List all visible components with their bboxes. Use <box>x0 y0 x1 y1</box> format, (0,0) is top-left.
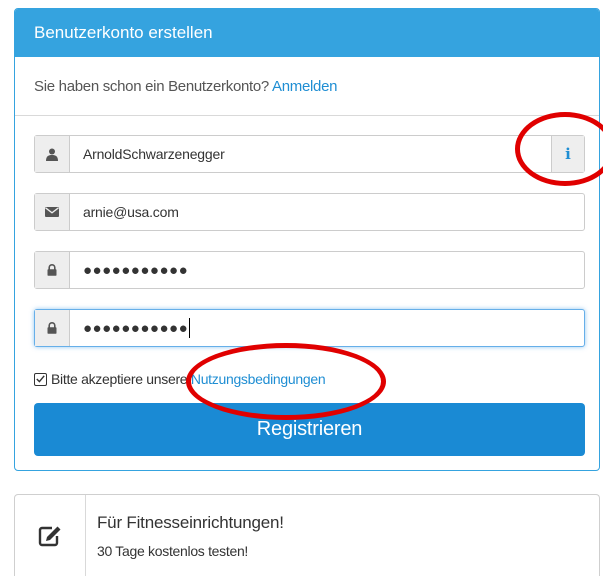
checkmark-icon <box>36 375 45 383</box>
password-confirm-value: ●●●●●●●●●●● <box>83 319 189 337</box>
username-input[interactable] <box>70 136 551 172</box>
fitness-promo[interactable]: Für Fitnesseinrichtungen! 30 Tage kosten… <box>14 494 600 576</box>
info-icon[interactable]: i <box>551 136 584 172</box>
terms-row: Bitte akzeptiere unsere Nutzungsbedingun… <box>34 369 326 389</box>
email-input[interactable] <box>70 194 584 230</box>
login-link[interactable]: Anmelden <box>272 78 337 95</box>
password-input[interactable]: ●●●●●●●●●●● <box>70 252 584 288</box>
promo-subtitle: 30 Tage kostenlos testen! <box>97 543 249 559</box>
login-prompt: Sie haben schon ein Benutzerkonto? Anmel… <box>15 57 599 116</box>
terms-link[interactable]: Nutzungsbedingungen <box>191 371 326 387</box>
promo-icon-cell <box>15 495 86 576</box>
panel-title: Benutzerkonto erstellen <box>15 9 599 57</box>
username-field[interactable]: i <box>34 135 585 173</box>
envelope-icon <box>35 194 70 230</box>
registration-panel: Benutzerkonto erstellen Sie haben schon … <box>14 8 600 471</box>
edit-icon <box>38 526 61 546</box>
register-button[interactable]: Registrieren <box>34 403 585 456</box>
text-caret <box>189 318 191 338</box>
terms-text: Bitte akzeptiere unsere <box>51 371 188 387</box>
password-field[interactable]: ●●●●●●●●●●● <box>34 251 585 289</box>
terms-checkbox[interactable] <box>34 372 47 386</box>
lock-icon <box>35 310 70 346</box>
lock-icon <box>35 252 70 288</box>
promo-title: Für Fitnesseinrichtungen! <box>97 513 284 532</box>
user-icon <box>35 136 70 172</box>
page: Benutzerkonto erstellen Sie haben schon … <box>0 0 603 576</box>
password-confirm-input[interactable]: ●●●●●●●●●●● <box>70 310 584 346</box>
email-field[interactable] <box>34 193 585 231</box>
password-confirm-field[interactable]: ●●●●●●●●●●● <box>34 309 585 347</box>
login-prompt-text: Sie haben schon ein Benutzerkonto? <box>34 78 269 95</box>
